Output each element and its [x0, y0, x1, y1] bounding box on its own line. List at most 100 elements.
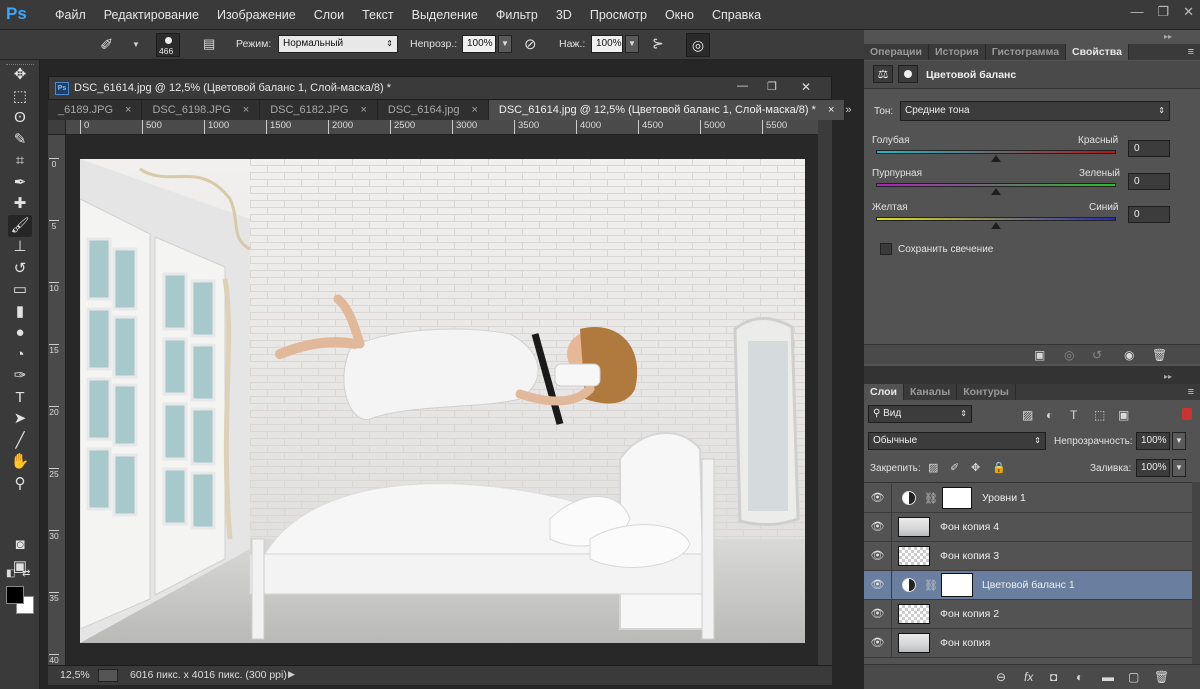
blur-tool-icon[interactable]: ● [8, 322, 32, 344]
tab-close-icon[interactable]: × [360, 100, 366, 120]
filter-type-icon[interactable]: T [1070, 408, 1077, 422]
type-tool-icon[interactable]: T [8, 387, 32, 409]
doc-restore-icon[interactable]: ❐ [767, 80, 777, 93]
lock-transparent-icon[interactable]: ▨ [928, 461, 938, 475]
fx-icon[interactable]: fx [1024, 670, 1033, 684]
magenta-green-value[interactable]: 0 [1128, 173, 1170, 190]
magenta-green-thumb[interactable] [991, 188, 1001, 195]
tab-paths[interactable]: Контуры [957, 384, 1016, 400]
properties-menu-icon[interactable]: ≡ [1188, 44, 1200, 60]
chain-link-icon[interactable]: ⛓ [924, 579, 938, 592]
trash-icon[interactable]: 🗑 [1152, 348, 1167, 362]
menu-image[interactable]: Изображение [208, 0, 305, 30]
tab-histogram[interactable]: Гистограмма [986, 44, 1067, 60]
brush-tool-icon[interactable]: 🖌 [8, 214, 32, 237]
tab-close-icon[interactable]: × [243, 100, 249, 120]
opacity-input[interactable]: 100% [462, 35, 496, 53]
eye-icon[interactable]: 👁 [864, 628, 892, 658]
trash-icon[interactable]: 🗑 [1154, 670, 1169, 684]
document-title-bar[interactable]: Ps DSC_61614.jpg @ 12,5% (Цветовой балан… [48, 76, 832, 100]
layer-filter-select[interactable]: ⚲ Вид ⇕ [868, 405, 972, 423]
minimize-icon[interactable]: — [1130, 4, 1143, 20]
clip-to-layer-icon[interactable]: ▣ [1034, 348, 1045, 362]
adjustment-icon[interactable]: ◐ [1076, 670, 1083, 684]
layer-mask-thumbnail[interactable] [941, 487, 972, 509]
eye-icon[interactable]: 👁 [864, 483, 892, 513]
document-canvas-photo[interactable] [80, 159, 805, 643]
new-layer-icon[interactable]: ▢ [1128, 670, 1139, 684]
layer-row-background-copy-4[interactable]: 👁 Фон копия 4 [864, 512, 1200, 542]
menu-3d[interactable]: 3D [547, 0, 581, 30]
vertical-ruler[interactable]: 0 5 10 15 20 25 30 35 40 [48, 120, 66, 665]
eye-icon[interactable]: 👁 [864, 512, 892, 542]
menu-help[interactable]: Справка [703, 0, 770, 30]
doc-minimize-icon[interactable]: — [737, 80, 748, 92]
blend-mode-select[interactable]: Обычные ⇕ [868, 432, 1046, 450]
layer-row-levels-1[interactable]: 👁 ⛓ Уровни 1 [864, 483, 1200, 513]
history-brush-tool-icon[interactable]: ↺ [8, 258, 32, 280]
chevron-down-icon[interactable]: ▼ [132, 40, 140, 49]
filter-toggle-icon[interactable] [1182, 408, 1192, 420]
layer-mask-thumbnail[interactable] [940, 573, 973, 597]
mode-select[interactable]: Нормальный ⇕ [278, 35, 398, 53]
gradient-tool-icon[interactable]: ▮ [8, 301, 32, 323]
yellow-blue-track[interactable] [876, 217, 1116, 221]
lasso-tool-icon[interactable]: ʘ [8, 107, 32, 129]
menu-select[interactable]: Выделение [403, 0, 487, 30]
reset-icon[interactable]: ↺ [1092, 348, 1102, 362]
layers-menu-icon[interactable]: ≡ [1188, 384, 1200, 400]
chain-link-icon[interactable]: ⛓ [924, 492, 938, 505]
tone-select[interactable]: Средние тона ⇕ [900, 101, 1170, 121]
move-tool-icon[interactable]: ✥ [8, 64, 32, 86]
link-icon[interactable]: ⊖ [996, 670, 1006, 684]
tab-dsc-6198[interactable]: DSC_6198.JPG × [142, 100, 261, 120]
eye-icon[interactable]: 👁 [864, 599, 892, 629]
layer-mask-icon[interactable] [898, 65, 918, 83]
opacity-dropdown[interactable]: ▼ [498, 35, 512, 53]
menu-view[interactable]: Просмотр [581, 0, 656, 30]
healing-tool-icon[interactable]: ✚ [8, 193, 32, 215]
lock-position-icon[interactable]: ✥ [971, 461, 980, 475]
marquee-tool-icon[interactable]: ⬚ [8, 86, 32, 108]
eye-icon[interactable]: 👁 [864, 541, 892, 571]
menu-file[interactable]: Файл [46, 0, 95, 30]
tab-actions[interactable]: Операции [864, 44, 929, 60]
layer-opacity-input[interactable]: 100% [1136, 432, 1170, 450]
horizontal-ruler[interactable]: 0 500 1000 1500 2000 2500 3000 3500 4000 4500 5000… [66, 120, 818, 135]
tab-channels[interactable]: Каналы [904, 384, 958, 400]
cyan-red-thumb[interactable] [991, 155, 1001, 162]
pressure-size-icon[interactable]: ◎ [686, 33, 710, 57]
yellow-blue-value[interactable]: 0 [1128, 206, 1170, 223]
path-select-tool-icon[interactable]: ➤ [8, 408, 32, 430]
eyedropper-tool-icon[interactable]: ✒ [8, 172, 32, 194]
lock-pixels-icon[interactable]: ✐ [950, 461, 959, 475]
zoom-tool-icon[interactable]: ⚲ [8, 473, 32, 495]
view-previous-icon[interactable]: ◎ [1064, 348, 1074, 362]
tab-dsc-6182[interactable]: DSC_6182.JPG × [260, 100, 378, 120]
eye-icon[interactable]: 👁 [864, 570, 892, 600]
vertical-scrollbar[interactable] [818, 120, 832, 665]
collapse-panels-icon[interactable]: ▸▸ [1164, 32, 1172, 41]
layers-scrollbar[interactable] [1192, 482, 1200, 664]
brush-preset-icon[interactable]: ✐ [100, 35, 113, 55]
tab-history[interactable]: История [929, 44, 986, 60]
tab-close-icon[interactable]: × [125, 100, 131, 120]
tab-properties[interactable]: Свойства [1066, 44, 1129, 60]
menu-type[interactable]: Текст [353, 0, 402, 30]
hand-tool-icon[interactable]: ✋ [8, 451, 32, 473]
layer-row-background-copy-2[interactable]: 👁 Фон копия 2 [864, 599, 1200, 629]
yellow-blue-thumb[interactable] [991, 222, 1001, 229]
menu-layers[interactable]: Слои [305, 0, 353, 30]
folder-icon[interactable]: ▬ [1102, 670, 1114, 684]
tab-dsc-6164[interactable]: DSC_6164.jpg × [378, 100, 489, 120]
status-options-icon[interactable] [98, 669, 118, 682]
fill-dropdown[interactable]: ▼ [1172, 459, 1186, 477]
tab-overflow-icon[interactable]: » [845, 100, 857, 120]
visibility-icon[interactable]: ◉ [1124, 348, 1134, 362]
layer-opacity-dropdown[interactable]: ▼ [1172, 432, 1186, 450]
default-colors-icon[interactable]: ◧ [6, 568, 15, 579]
flow-input[interactable]: 100% [591, 35, 623, 53]
magenta-green-track[interactable] [876, 183, 1116, 187]
brush-panel-icon[interactable]: ▤ [203, 36, 215, 52]
crop-tool-icon[interactable]: ⌗ [8, 150, 32, 172]
